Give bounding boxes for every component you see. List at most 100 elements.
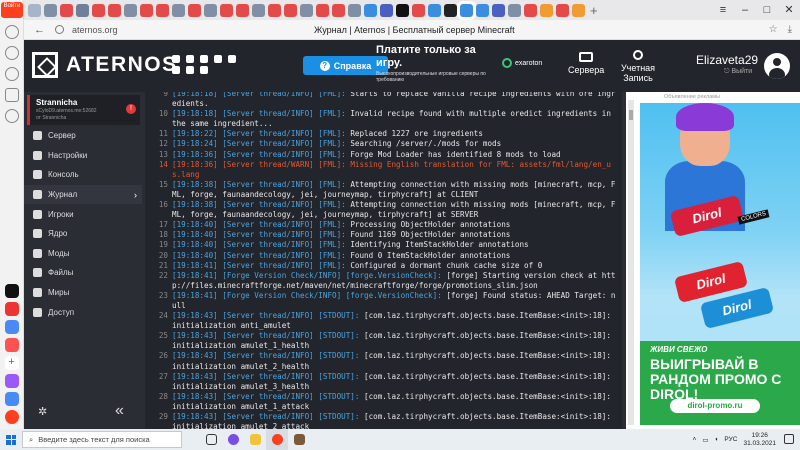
instagram-icon[interactable] [214, 55, 222, 63]
site-info-icon[interactable] [55, 25, 64, 34]
tab-favicon[interactable] [300, 3, 313, 17]
app-icon-alice[interactable] [4, 374, 19, 388]
address-bar[interactable]: ← aternos.org Журнал | Aternos | Бесплат… [24, 20, 800, 40]
ad-scrollbar[interactable] [628, 100, 634, 425]
minecraft-app-icon[interactable] [288, 429, 310, 450]
volume-icon[interactable]: ◖ [714, 436, 718, 443]
tab-favicon[interactable] [108, 3, 121, 17]
maximize-icon[interactable]: □ [756, 0, 778, 20]
sidebar-item-log[interactable]: Журнал › [24, 184, 142, 205]
video-icon[interactable] [4, 88, 19, 102]
tab-favicon[interactable] [140, 3, 153, 17]
close-icon[interactable]: ✕ [778, 0, 800, 20]
tab-favicon[interactable] [508, 3, 521, 17]
github-icon[interactable] [200, 66, 208, 74]
app-icon-games[interactable] [4, 338, 19, 352]
sidebar-item-files[interactable]: Файлы [24, 263, 142, 283]
sidebar-item-console[interactable]: Консоль [24, 165, 142, 185]
sidebar-item-players[interactable]: Игроки [24, 204, 142, 224]
back-arrow-icon[interactable]: ← [34, 24, 45, 36]
network-icon[interactable]: ▭ [702, 436, 708, 444]
app-icon-mail[interactable] [4, 302, 19, 316]
app-icon-music[interactable] [4, 284, 19, 298]
url-domain[interactable]: aternos.org [72, 25, 118, 35]
gear-icon[interactable]: ✲ [38, 405, 47, 418]
ad-url[interactable]: dirol-promo.ru [670, 399, 760, 413]
tab-favicon[interactable] [316, 3, 329, 17]
explorer-app-icon[interactable] [244, 429, 266, 450]
login-button[interactable]: Войти [1, 2, 23, 18]
new-tab-icon[interactable]: + [590, 3, 598, 18]
sidebar-item-settings[interactable]: Настройки [24, 146, 142, 166]
youtube-icon[interactable] [200, 55, 208, 63]
sidebar-item-server[interactable]: Сервер [24, 126, 142, 146]
alice-app-icon[interactable] [222, 429, 244, 450]
menu-icon[interactable]: ≡ [712, 0, 734, 20]
feed-icon[interactable] [4, 67, 19, 81]
tab-favicon[interactable] [380, 3, 393, 17]
tab-favicon[interactable] [268, 3, 281, 17]
sidebar-item-mods[interactable]: Моды [24, 244, 142, 264]
tab-favicon[interactable] [204, 3, 217, 17]
yandex-browser-app-icon[interactable] [266, 429, 288, 450]
language-indicator[interactable]: РУС [724, 436, 737, 443]
tab-favicon[interactable] [236, 3, 249, 17]
twitter-icon[interactable] [172, 55, 180, 63]
discord-icon[interactable] [172, 66, 180, 74]
tab-aternos-active[interactable] [460, 3, 473, 17]
tab-favicon[interactable] [44, 3, 57, 17]
tab-favicon[interactable] [556, 3, 569, 17]
tab-favicon[interactable] [492, 3, 505, 17]
tab-favicon[interactable] [92, 3, 105, 17]
exaroton-link[interactable]: exaroton [502, 58, 542, 68]
tab-favicon[interactable] [156, 3, 169, 17]
facebook-icon[interactable] [186, 55, 194, 63]
tab-favicon[interactable] [572, 3, 585, 17]
log-console[interactable]: 9 [19:18:18] [Server thread/INFO] [FML]: … [145, 92, 622, 429]
sidebar-item-software[interactable]: Ядро [24, 224, 142, 244]
avatar[interactable] [764, 53, 790, 79]
tab-favicon[interactable] [28, 3, 41, 17]
tab-favicon[interactable] [76, 3, 89, 17]
tab-favicon[interactable] [524, 3, 537, 17]
downloads-icon[interactable] [4, 109, 19, 123]
star-icon[interactable] [4, 46, 19, 60]
tab-favicon[interactable] [188, 3, 201, 17]
chevron-up-icon[interactable]: ˄ [693, 436, 697, 443]
logout-link[interactable]: ⎋ Выйти [724, 68, 752, 76]
bookmark-icon[interactable]: ☆ [769, 24, 778, 35]
sidebar-item-access[interactable]: Доступ [24, 302, 142, 322]
tab-favicon[interactable] [476, 3, 489, 17]
tab-favicon[interactable] [540, 3, 553, 17]
start-button[interactable] [0, 434, 22, 445]
tab-favicon[interactable] [348, 3, 361, 17]
collapse-sidebar-icon[interactable]: « [115, 402, 124, 420]
tab-favicon[interactable] [364, 3, 377, 17]
app-icon-docs[interactable] [4, 320, 19, 334]
aternos-logo-text[interactable]: ATERNOS [66, 53, 178, 77]
aternos-logo-icon[interactable] [32, 52, 58, 78]
tab-favicon[interactable] [60, 3, 73, 17]
ad-banner-image[interactable]: Dirol COLORS Dirol Dirol ЖИВИ СВЕЖО ВЫИГ… [640, 103, 800, 425]
account-link[interactable]: Учетная Запись [616, 50, 660, 83]
history-icon[interactable] [4, 25, 19, 39]
promo-title[interactable]: Платите только за игру. [376, 44, 496, 70]
telegram-icon[interactable] [186, 66, 194, 74]
tab-favicon[interactable] [252, 3, 265, 17]
clock[interactable]: 19:26 31.03.2021 [743, 432, 776, 448]
tab-favicon[interactable] [444, 3, 457, 17]
tab-favicon[interactable] [284, 3, 297, 17]
tab-favicon[interactable] [428, 3, 441, 17]
tab-favicon[interactable] [332, 3, 345, 17]
reddit-icon[interactable] [228, 55, 236, 63]
minimize-icon[interactable]: – [734, 0, 756, 20]
tab-favicon[interactable] [412, 3, 425, 17]
server-card[interactable]: Strannicha sCyloD9.aternos.me:52682 от S… [27, 95, 140, 125]
task-view-icon[interactable] [200, 429, 222, 450]
servers-link[interactable]: Сервера [568, 52, 604, 75]
tab-favicon[interactable] [124, 3, 137, 17]
tab-favicon[interactable] [220, 3, 233, 17]
tab-favicon[interactable] [396, 3, 409, 17]
add-app-icon[interactable]: + [4, 356, 19, 370]
app-icon-yandex[interactable] [4, 410, 19, 424]
